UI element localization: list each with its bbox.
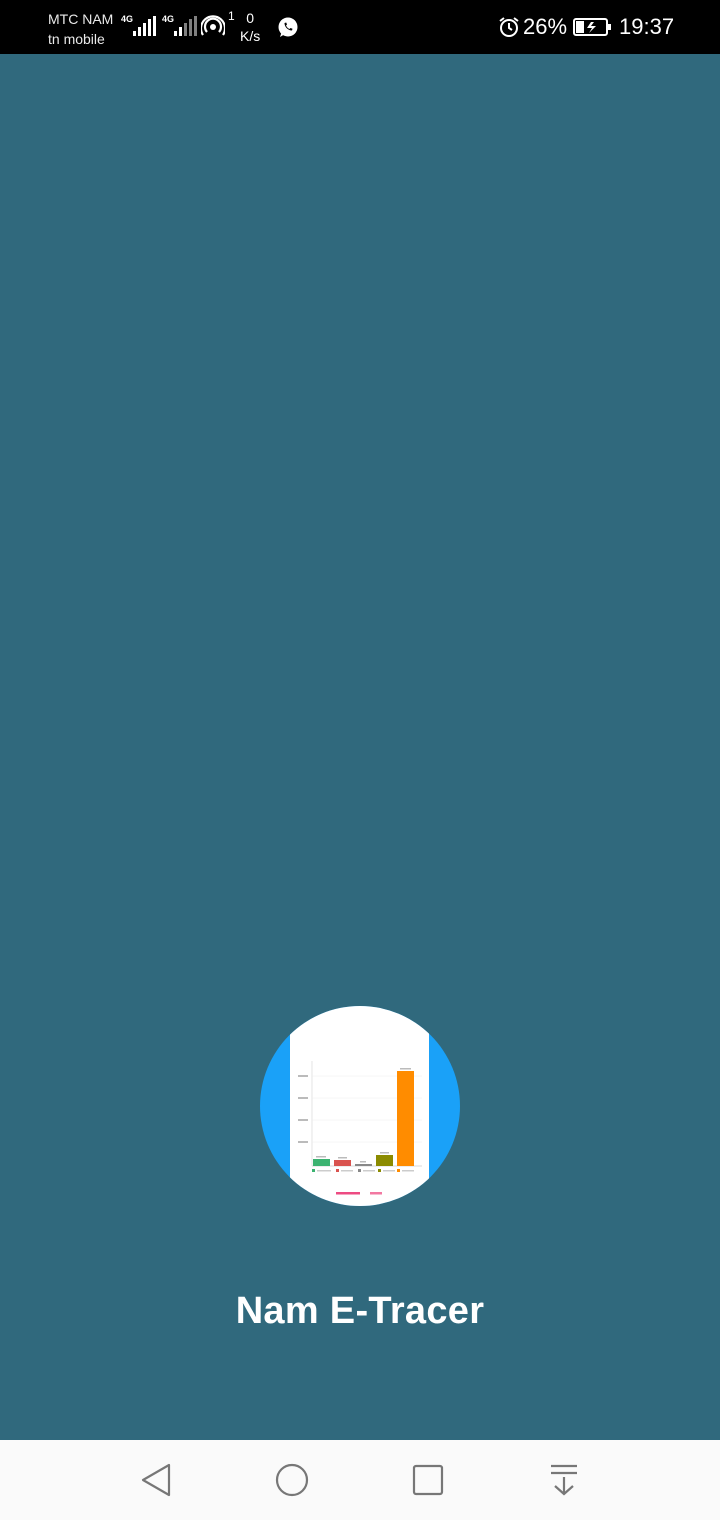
carrier-info: MTC NAM tn mobile	[48, 9, 113, 49]
navigation-bar	[0, 1440, 720, 1520]
network-type-2: 4G	[162, 14, 175, 24]
speed-unit: K/s	[240, 28, 261, 44]
hotspot-count: 1	[228, 9, 235, 23]
battery-charging-icon	[573, 18, 611, 36]
home-icon[interactable]	[272, 1460, 312, 1500]
recents-icon[interactable]	[408, 1460, 448, 1500]
clock: 19:37	[619, 14, 675, 39]
network-type-1: 4G	[121, 14, 134, 24]
app-title: Nam E-Tracer	[235, 1290, 485, 1332]
speed-value: 0	[246, 10, 255, 26]
notification-pull-icon[interactable]	[544, 1460, 584, 1500]
carrier-name: MTC NAM	[48, 11, 114, 27]
network-speed: 0 K/s	[240, 9, 260, 45]
whatsapp-icon	[278, 17, 298, 37]
app-logo	[260, 1006, 460, 1206]
back-icon[interactable]	[136, 1460, 176, 1500]
carrier-sub: tn mobile	[48, 31, 105, 47]
signal-icon	[133, 16, 156, 36]
logo-chart-image	[298, 1061, 422, 1195]
status-bar: MTC NAM tn mobile 4G 4G 1 0 K/s 26% 19:3…	[0, 0, 720, 54]
signal-icon-2	[174, 16, 197, 36]
hotspot-icon	[201, 15, 225, 36]
alarm-icon	[499, 17, 519, 37]
battery-percent: 26%	[523, 14, 568, 39]
